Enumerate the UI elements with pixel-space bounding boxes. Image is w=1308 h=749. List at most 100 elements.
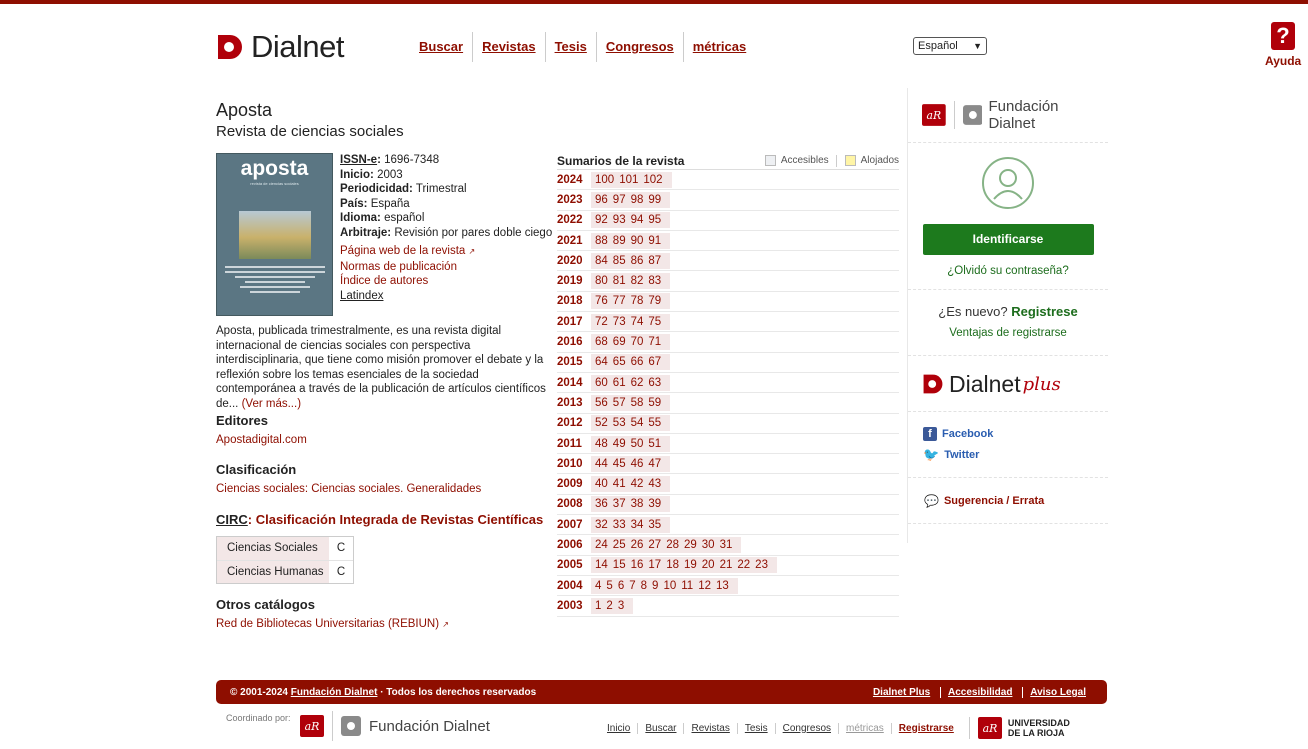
year-link[interactable]: 2010: [557, 458, 591, 470]
forgot-password-link[interactable]: ¿Olvidó su contraseña?: [947, 265, 1068, 277]
footer-nav-tesis[interactable]: Tesis: [736, 722, 775, 734]
issue-number-link[interactable]: 9: [652, 580, 658, 592]
issue-number-link[interactable]: 42: [631, 478, 644, 490]
year-link[interactable]: 2011: [557, 438, 591, 450]
issue-number-link[interactable]: 30: [702, 539, 715, 551]
issue-number-link[interactable]: 45: [613, 458, 626, 470]
issue-number-link[interactable]: 18: [666, 559, 679, 571]
clasificacion-link[interactable]: Ciencias sociales: Ciencias sociales. Ge…: [216, 483, 481, 495]
issue-number-link[interactable]: 48: [595, 438, 608, 450]
sugerencia-link[interactable]: 💬 Sugerencia / Errata: [924, 494, 1108, 508]
issue-number-link[interactable]: 54: [631, 417, 644, 429]
issue-number-link[interactable]: 88: [595, 235, 608, 247]
footer-nav-inicio[interactable]: Inicio: [600, 723, 637, 734]
issue-number-link[interactable]: 15: [613, 559, 626, 571]
issue-number-link[interactable]: 62: [631, 377, 644, 389]
issue-number-link[interactable]: 33: [613, 519, 626, 531]
year-link[interactable]: 2003: [557, 600, 591, 612]
footer-nav-registrarse[interactable]: Registrarse: [890, 722, 961, 734]
footer-nav-buscar[interactable]: Buscar: [637, 722, 683, 734]
language-select[interactable]: Español ▼: [913, 37, 987, 55]
issue-number-link[interactable]: 97: [613, 194, 626, 206]
year-link[interactable]: 2007: [557, 519, 591, 531]
issue-number-link[interactable]: 51: [648, 438, 661, 450]
link-web-revista[interactable]: Página web de la revista ↗: [340, 244, 552, 260]
issue-number-link[interactable]: 83: [648, 275, 661, 287]
issue-number-link[interactable]: 27: [648, 539, 661, 551]
issue-number-link[interactable]: 69: [613, 336, 626, 348]
issue-number-link[interactable]: 60: [595, 377, 608, 389]
issue-number-link[interactable]: 16: [631, 559, 644, 571]
issue-number-link[interactable]: 4: [595, 580, 601, 592]
issue-number-link[interactable]: 20: [702, 559, 715, 571]
fundacion-logo[interactable]: aR Fundación Dialnet: [908, 88, 1108, 142]
year-link[interactable]: 2021: [557, 235, 591, 247]
nav-tesis[interactable]: Tesis: [544, 32, 596, 62]
nav-metricas[interactable]: métricas: [682, 32, 755, 62]
issue-number-link[interactable]: 1: [595, 600, 601, 612]
issue-number-link[interactable]: 5: [606, 580, 612, 592]
issue-number-link[interactable]: 7: [629, 580, 635, 592]
issue-number-link[interactable]: 65: [613, 356, 626, 368]
issue-number-link[interactable]: 55: [648, 417, 661, 429]
issue-number-link[interactable]: 92: [595, 214, 608, 226]
issue-number-link[interactable]: 91: [648, 235, 661, 247]
issue-number-link[interactable]: 89: [613, 235, 626, 247]
issue-number-link[interactable]: 75: [648, 316, 661, 328]
issue-number-link[interactable]: 40: [595, 478, 608, 490]
issue-number-link[interactable]: 41: [613, 478, 626, 490]
year-link[interactable]: 2019: [557, 275, 591, 287]
issue-number-link[interactable]: 81: [613, 275, 626, 287]
year-link[interactable]: 2018: [557, 295, 591, 307]
issue-number-link[interactable]: 58: [631, 397, 644, 409]
issue-number-link[interactable]: 17: [648, 559, 661, 571]
issue-number-link[interactable]: 56: [595, 397, 608, 409]
issue-number-link[interactable]: 36: [595, 498, 608, 510]
issue-number-link[interactable]: 74: [631, 316, 644, 328]
issue-number-link[interactable]: 11: [681, 580, 693, 592]
footer-dialnet-plus[interactable]: Dialnet Plus: [866, 687, 937, 698]
year-link[interactable]: 2022: [557, 214, 591, 226]
issue-number-link[interactable]: 70: [631, 336, 644, 348]
year-link[interactable]: 2024: [557, 174, 591, 186]
issue-number-link[interactable]: 80: [595, 275, 608, 287]
issue-number-link[interactable]: 31: [720, 539, 733, 551]
footer-fundacion-link[interactable]: Fundación Dialnet: [291, 687, 378, 698]
issue-number-link[interactable]: 3: [618, 600, 624, 612]
issue-number-link[interactable]: 8: [641, 580, 647, 592]
issue-number-link[interactable]: 37: [613, 498, 626, 510]
issue-number-link[interactable]: 101: [619, 174, 638, 186]
rebiun-link[interactable]: Red de Bibliotecas Universitarias (REBIU…: [216, 618, 449, 630]
issue-number-link[interactable]: 34: [631, 519, 644, 531]
issue-number-link[interactable]: 2: [606, 600, 612, 612]
footer-aviso-legal[interactable]: Aviso Legal: [1022, 686, 1093, 698]
year-link[interactable]: 2015: [557, 356, 591, 368]
issue-number-link[interactable]: 64: [595, 356, 608, 368]
issue-number-link[interactable]: 79: [648, 295, 661, 307]
issue-number-link[interactable]: 68: [595, 336, 608, 348]
footer-fundacion-logo[interactable]: aR Fundación Dialnet: [300, 711, 490, 741]
issue-number-link[interactable]: 43: [648, 478, 661, 490]
issue-number-link[interactable]: 44: [595, 458, 608, 470]
issue-number-link[interactable]: 49: [613, 438, 626, 450]
issue-number-link[interactable]: 38: [631, 498, 644, 510]
issue-number-link[interactable]: 85: [613, 255, 626, 267]
issue-number-link[interactable]: 59: [648, 397, 661, 409]
link-latindex[interactable]: Latindex: [340, 289, 552, 304]
nav-revistas[interactable]: Revistas: [472, 32, 544, 62]
year-link[interactable]: 2014: [557, 377, 591, 389]
ventajas-link[interactable]: Ventajas de registrarse: [949, 327, 1067, 339]
issue-number-link[interactable]: 98: [631, 194, 644, 206]
year-link[interactable]: 2005: [557, 559, 591, 571]
issue-number-link[interactable]: 35: [648, 519, 661, 531]
issue-number-link[interactable]: 84: [595, 255, 608, 267]
issue-number-link[interactable]: 12: [698, 580, 711, 592]
year-link[interactable]: 2017: [557, 316, 591, 328]
footer-nav-congresos[interactable]: Congresos: [774, 722, 838, 734]
issue-number-link[interactable]: 87: [648, 255, 661, 267]
issue-number-link[interactable]: 67: [648, 356, 661, 368]
issue-number-link[interactable]: 23: [755, 559, 768, 571]
issue-number-link[interactable]: 19: [684, 559, 697, 571]
footer-nav-metricas[interactable]: métricas: [838, 722, 891, 734]
year-link[interactable]: 2012: [557, 417, 591, 429]
